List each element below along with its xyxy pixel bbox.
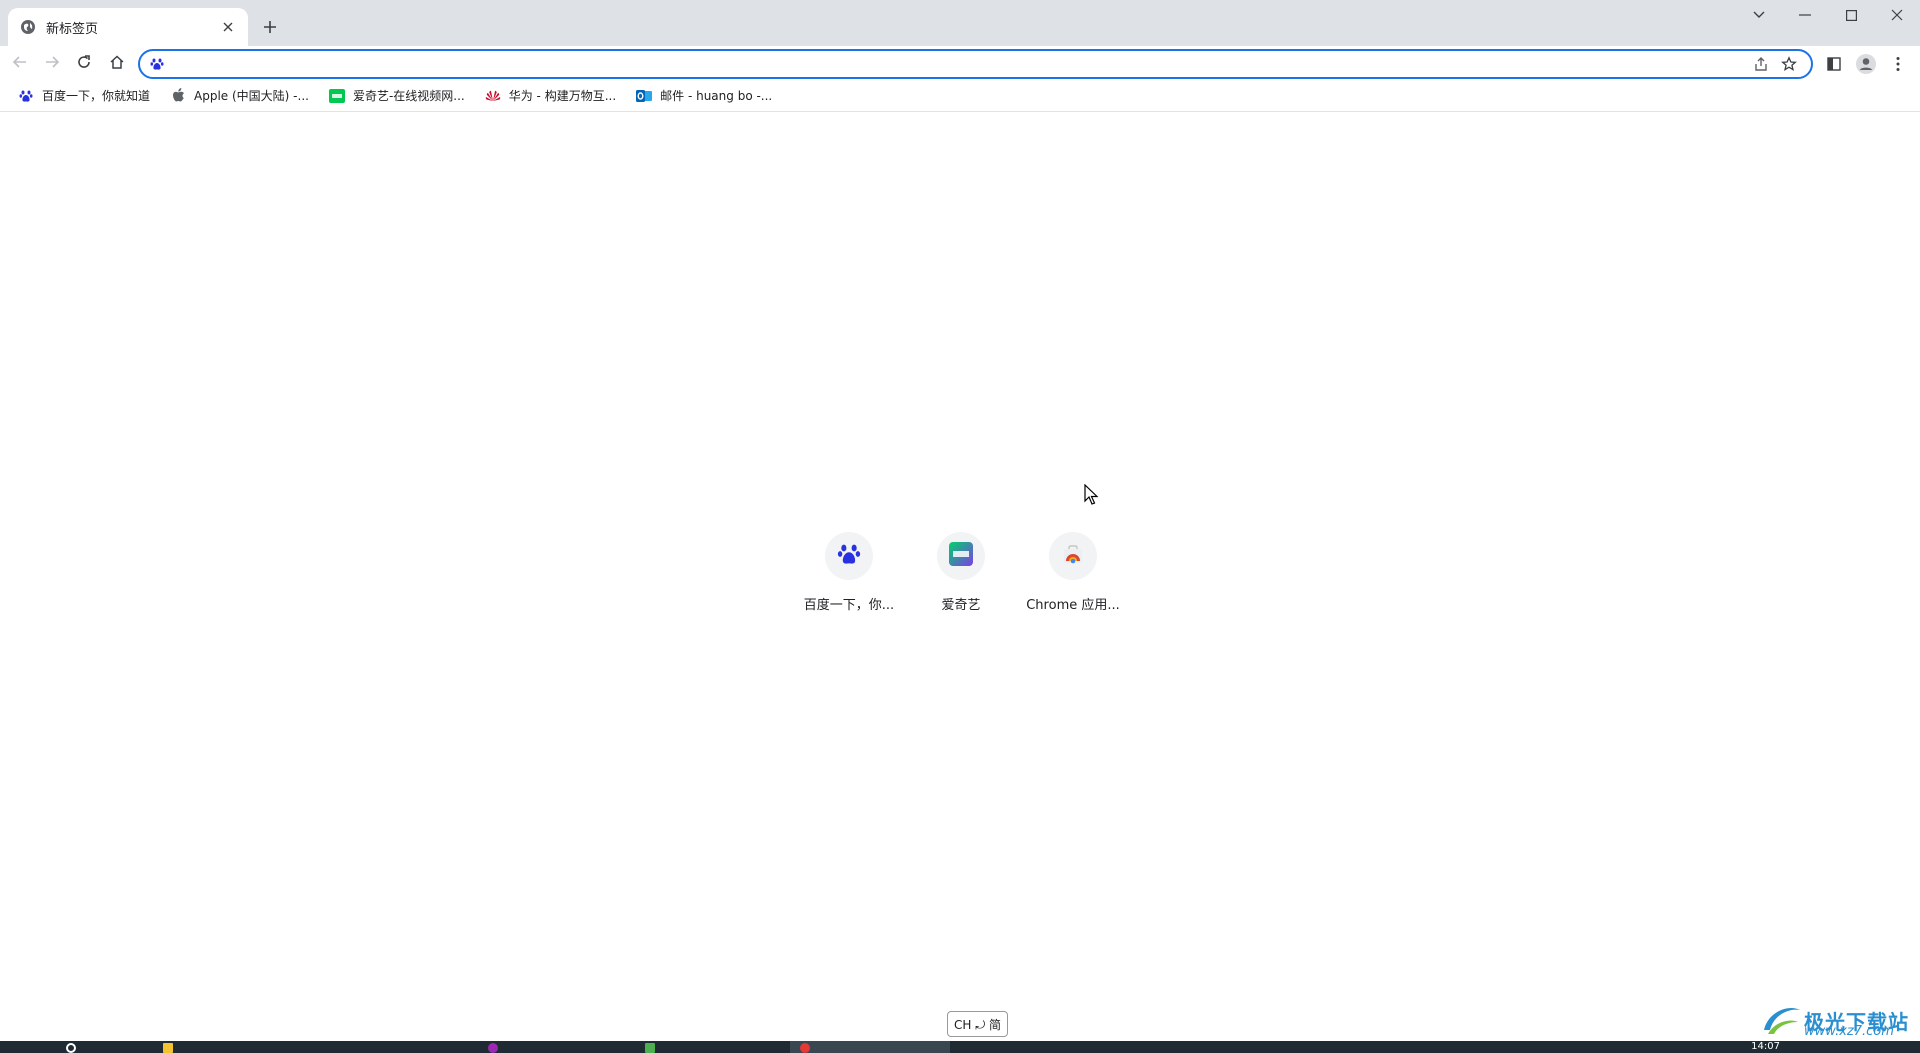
iqiyi-icon [949, 542, 973, 570]
shortcut-label: 爱奇艺 [941, 598, 981, 613]
huawei-icon [485, 88, 501, 104]
address-input[interactable] [172, 56, 1747, 72]
shortcut-tiles: 百度一下，你... 爱奇艺 Chrome 应用... [793, 530, 1129, 614]
bookmark-apple[interactable]: Apple (中国大陆) -... [162, 83, 317, 109]
outlook-icon [636, 88, 653, 104]
iqiyi-icon [328, 88, 345, 104]
watermark-url: www.xz7.com [1804, 1024, 1894, 1039]
shortcut-label: 百度一下，你... [803, 598, 895, 613]
chrome-webstore-icon [1062, 543, 1084, 569]
baidu-icon [837, 542, 861, 570]
reload-button[interactable] [68, 46, 100, 78]
shortcut-icon-circle [1049, 532, 1097, 580]
tab-strip: 新标签页 [0, 0, 1920, 46]
taskbar-active-app[interactable] [790, 1041, 950, 1053]
baidu-icon [148, 55, 166, 73]
address-bar[interactable] [138, 49, 1813, 79]
taskbar-clock: 14:07 [1751, 1041, 1780, 1052]
menu-kebab-icon[interactable] [1882, 48, 1914, 80]
ime-indicator[interactable]: CH ⤾ 简 [947, 1011, 1009, 1037]
tab-title: 新标签页 [46, 21, 99, 37]
forward-button[interactable] [36, 46, 68, 78]
taskbar: 14:07 [0, 1041, 1920, 1053]
apple-icon [170, 88, 186, 104]
search-icon[interactable] [66, 1043, 76, 1053]
watermark-logo-icon [1764, 1008, 1800, 1034]
new-tab-button[interactable] [256, 13, 284, 41]
app-purple-icon[interactable] [488, 1043, 498, 1053]
share-icon[interactable] [1747, 52, 1775, 76]
file-explorer-icon[interactable] [163, 1043, 173, 1053]
bookmark-label: 华为 - 构建万物互... [508, 89, 617, 103]
baidu-icon [18, 88, 34, 104]
minimize-button[interactable] [1782, 0, 1828, 30]
shortcut-icon-circle [825, 532, 873, 580]
app-green-icon[interactable] [645, 1043, 655, 1053]
close-window-button[interactable] [1874, 0, 1920, 30]
shortcut-icon-circle [937, 532, 985, 580]
bookmarks-bar: 百度一下，你就知道 Apple (中国大陆) -... 爱奇艺-在线视频网...… [0, 80, 1920, 112]
shortcut-chrome-webstore[interactable]: Chrome 应用... [1017, 530, 1129, 614]
home-button[interactable] [101, 46, 133, 78]
shortcut-iqiyi[interactable]: 爱奇艺 [905, 530, 1017, 614]
watermark: 极光下载站 www.xz7.com [1760, 1000, 1909, 1040]
bookmark-outlook[interactable]: 邮件 - huang bo -... [628, 83, 780, 109]
bookmark-label: 邮件 - huang bo -... [660, 89, 773, 103]
bookmark-iqiyi[interactable]: 爱奇艺-在线视频网... [321, 83, 473, 109]
bookmark-baidu[interactable]: 百度一下，你就知道 [10, 83, 158, 109]
close-tab-icon[interactable] [218, 17, 238, 37]
shortcut-baidu[interactable]: 百度一下，你... [793, 530, 905, 614]
tab-search-button[interactable] [1736, 0, 1782, 30]
mouse-cursor-icon [1084, 484, 1099, 505]
globe-icon [20, 19, 36, 35]
maximize-button[interactable] [1828, 0, 1874, 30]
bookmark-label: 爱奇艺-在线视频网... [352, 89, 465, 103]
shortcut-label: Chrome 应用... [1026, 598, 1120, 613]
bookmark-huawei[interactable]: 华为 - 构建万物互... [477, 83, 624, 109]
bookmark-star-icon[interactable] [1775, 52, 1803, 76]
side-panel-icon[interactable] [1818, 48, 1850, 80]
bookmark-label: 百度一下，你就知道 [42, 89, 151, 103]
back-button[interactable] [4, 46, 36, 78]
bookmark-label: Apple (中国大陆) -... [194, 89, 309, 103]
chrome-icon [800, 1043, 810, 1053]
profile-avatar-icon[interactable] [1850, 48, 1882, 80]
tab-new-tab[interactable]: 新标签页 [8, 8, 248, 46]
